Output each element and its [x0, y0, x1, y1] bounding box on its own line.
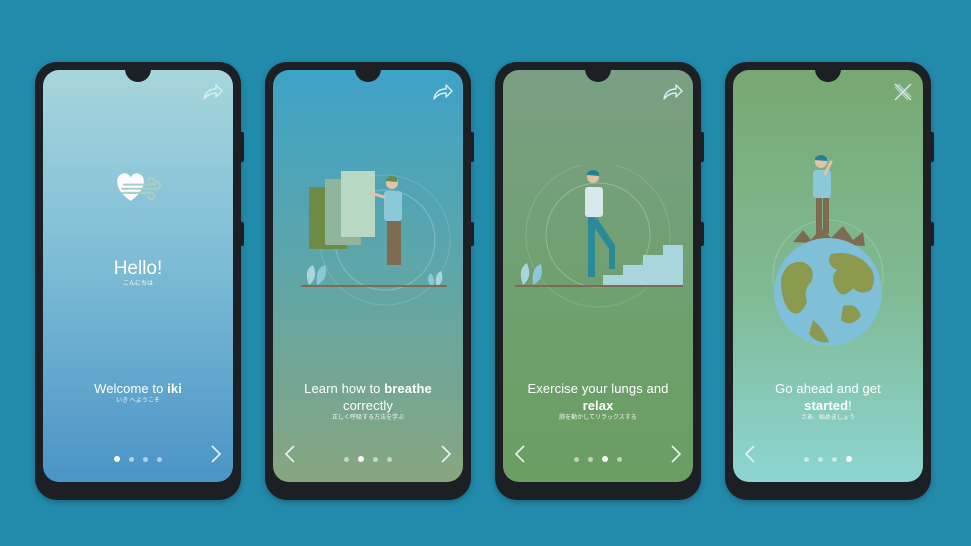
caption-line1: Go ahead and get: [775, 381, 881, 396]
page-dot[interactable]: [373, 456, 378, 462]
chevron-left-icon[interactable]: [509, 442, 533, 466]
phone-1: Hello! こんにちは Welcome to iki いき へようこそ: [35, 62, 244, 500]
share-arrow-icon[interactable]: [661, 80, 685, 104]
page-dot[interactable]: [129, 456, 134, 462]
side-button: [701, 222, 704, 246]
side-button: [471, 132, 474, 162]
hello-heading-jp: こんにちは: [122, 281, 153, 287]
caption: Learn how to breathe correctly 正しく呼吸する方法…: [279, 380, 457, 422]
side-button: [931, 132, 934, 162]
page-dot[interactable]: [358, 456, 364, 462]
get-started-screen: Go ahead and get started! さあ、始めましょう: [733, 70, 923, 482]
caption-line1: Exercise your lungs and: [527, 381, 669, 396]
phone-2: Learn how to breathe correctly 正しく呼吸する方法…: [265, 62, 474, 500]
caption-line2: correctly: [342, 398, 394, 413]
page-dot[interactable]: [846, 456, 852, 462]
page-dot[interactable]: [157, 456, 162, 462]
chevron-left-icon[interactable]: [739, 442, 763, 466]
caption-line1: Welcome to: [94, 381, 168, 396]
caption-line2-bold: started: [804, 398, 849, 413]
side-button: [241, 222, 244, 246]
camera-notch: [125, 70, 151, 82]
relax-screen: Exercise your lungs and relax 肺を動かしてリラック…: [503, 70, 693, 482]
share-arrow-icon[interactable]: [431, 80, 455, 104]
phone-4: Go ahead and get started! さあ、始めましょう: [725, 62, 934, 500]
hello-heading-group: Hello! こんにちは: [43, 258, 233, 288]
camera-notch: [355, 70, 381, 82]
globe-illustration: [772, 155, 884, 346]
page-dot[interactable]: [832, 456, 837, 462]
hello-heading: Hello!: [113, 258, 163, 279]
camera-notch: [815, 70, 841, 82]
camera-notch: [585, 70, 611, 82]
page-indicator: [733, 456, 923, 462]
stairs-illustration: [515, 165, 683, 308]
chevron-right-icon[interactable]: [663, 442, 687, 466]
caption-line1-bold: breathe: [384, 381, 432, 396]
caption-jp: 正しく呼吸する方法を学ぶ: [331, 415, 404, 421]
page-dot[interactable]: [818, 456, 823, 462]
page-dot[interactable]: [617, 456, 622, 462]
side-button: [471, 222, 474, 246]
side-button: [931, 222, 934, 246]
caption-line1-bold: iki: [167, 381, 182, 396]
heart-wind-illustration: [117, 173, 162, 201]
caption-line2-tail: !: [848, 398, 852, 413]
welcome-screen: Hello! こんにちは Welcome to iki いき へようこそ: [43, 70, 233, 482]
page-dot[interactable]: [344, 456, 349, 462]
page-dot[interactable]: [143, 456, 148, 462]
page-indicator: [43, 456, 233, 462]
chevron-right-icon[interactable]: [203, 442, 227, 466]
caption-line2-bold: relax: [582, 398, 614, 413]
caption-line1: Learn how to: [304, 381, 385, 396]
caption-jp: 肺を動かしてリラックスする: [559, 415, 637, 421]
page-dot[interactable]: [574, 456, 579, 462]
phone-3: Exercise your lungs and relax 肺を動かしてリラック…: [495, 62, 704, 500]
close-x-icon[interactable]: [891, 80, 915, 104]
page-dot[interactable]: [114, 456, 120, 462]
page-indicator: [273, 456, 463, 462]
caption-jp: さあ、始めましょう: [800, 415, 855, 421]
page-dot[interactable]: [602, 456, 608, 462]
share-arrow-icon[interactable]: [201, 80, 225, 104]
page-indicator: [503, 456, 693, 462]
chevron-left-icon[interactable]: [279, 442, 303, 466]
page-dot[interactable]: [588, 456, 593, 462]
caption: Welcome to iki いき へようこそ: [49, 380, 227, 405]
chevron-right-icon[interactable]: [433, 442, 457, 466]
page-dot[interactable]: [387, 456, 392, 462]
side-button: [701, 132, 704, 162]
breathe-illustration: [301, 171, 451, 306]
side-button: [241, 132, 244, 162]
caption: Go ahead and get started! さあ、始めましょう: [739, 380, 917, 422]
breathe-screen: Learn how to breathe correctly 正しく呼吸する方法…: [273, 70, 463, 482]
page-dot[interactable]: [804, 456, 809, 462]
caption: Exercise your lungs and relax 肺を動かしてリラック…: [509, 380, 687, 422]
caption-jp: いき へようこそ: [116, 398, 160, 404]
